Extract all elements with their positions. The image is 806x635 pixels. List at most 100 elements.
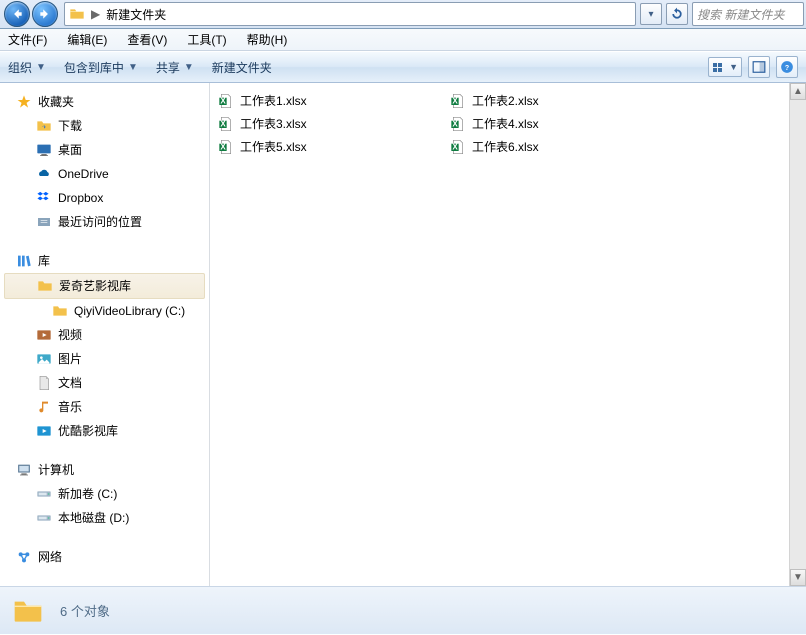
- sidebar-item-pictures[interactable]: 图片: [0, 347, 209, 371]
- menu-tools[interactable]: 工具(T): [183, 29, 230, 50]
- scroll-down-button[interactable]: ▼: [790, 569, 806, 586]
- scroll-up-button[interactable]: ▲: [790, 83, 806, 100]
- address-right-controls: ▾ 搜索 新建文件夹: [638, 0, 806, 28]
- files-area[interactable]: X 工作表1.xlsx X 工作表3.xlsx X 工作表5.xlsx X 工作…: [210, 83, 806, 586]
- menu-edit[interactable]: 编辑(E): [63, 29, 111, 50]
- new-folder-button[interactable]: 新建文件夹: [212, 59, 272, 76]
- file-column: X 工作表1.xlsx X 工作表3.xlsx X 工作表5.xlsx: [212, 89, 444, 158]
- newfolder-label: 新建文件夹: [212, 59, 272, 76]
- network-icon: [16, 549, 32, 565]
- drive-icon: [36, 486, 52, 502]
- file-item[interactable]: X 工作表1.xlsx: [212, 89, 444, 112]
- network-header[interactable]: 网络: [0, 544, 209, 569]
- search-input[interactable]: 搜索 新建文件夹: [692, 2, 804, 26]
- organize-button[interactable]: 组织 ▼: [8, 59, 46, 76]
- sidebar-item-drive-d[interactable]: 本地磁盘 (D:): [0, 506, 209, 530]
- file-item[interactable]: X 工作表5.xlsx: [212, 135, 444, 158]
- computer-icon: [16, 462, 32, 478]
- svg-text:X: X: [452, 96, 458, 105]
- menu-file[interactable]: 文件(F): [4, 29, 51, 50]
- tree-label: 下载: [58, 117, 82, 135]
- file-item[interactable]: X 工作表3.xlsx: [212, 112, 444, 135]
- chevron-down-icon: ▾: [648, 9, 653, 20]
- command-bar-right: ▼ ?: [708, 56, 798, 78]
- tree-label: 视频: [58, 326, 82, 344]
- arrow-right-icon: [38, 7, 52, 21]
- tree-label: 音乐: [58, 398, 82, 416]
- favorites-header[interactable]: 收藏夹: [0, 89, 209, 114]
- command-bar-left: 组织 ▼ 包含到库中 ▼ 共享 ▼ 新建文件夹: [8, 59, 272, 76]
- file-item[interactable]: X 工作表4.xlsx: [444, 112, 676, 135]
- refresh-button[interactable]: [666, 3, 688, 25]
- file-name: 工作表5.xlsx: [240, 138, 307, 155]
- tree-label: OneDrive: [58, 165, 109, 183]
- computer-header[interactable]: 计算机: [0, 457, 209, 482]
- video-library-icon: [36, 327, 52, 343]
- documents-library-icon: [36, 375, 52, 391]
- content-pane[interactable]: X 工作表1.xlsx X 工作表3.xlsx X 工作表5.xlsx X 工作…: [210, 83, 806, 586]
- onedrive-icon: [36, 166, 52, 182]
- sidebar-item-youku[interactable]: 优酷影视库: [0, 419, 209, 443]
- menu-view[interactable]: 查看(V): [123, 29, 171, 50]
- view-options-button[interactable]: ▼: [708, 57, 742, 77]
- navigation-pane[interactable]: 收藏夹 下载 桌面 OneDrive Dropbox 最近访问的位置 库: [0, 83, 210, 586]
- libraries-label: 库: [38, 252, 50, 269]
- back-button[interactable]: [4, 1, 30, 27]
- excel-file-icon: X: [450, 116, 466, 132]
- file-name: 工作表4.xlsx: [472, 115, 539, 132]
- tree-label: 最近访问的位置: [58, 213, 142, 231]
- chevron-down-icon: ▼: [128, 62, 138, 73]
- pictures-library-icon: [36, 351, 52, 367]
- file-item[interactable]: X 工作表2.xlsx: [444, 89, 676, 112]
- sidebar-item-videos[interactable]: 视频: [0, 323, 209, 347]
- file-name: 工作表2.xlsx: [472, 92, 539, 109]
- sidebar-item-onedrive[interactable]: OneDrive: [0, 162, 209, 186]
- share-button[interactable]: 共享 ▼: [156, 59, 194, 76]
- go-dropdown-button[interactable]: ▾: [640, 3, 662, 25]
- sidebar-item-recent[interactable]: 最近访问的位置: [0, 210, 209, 234]
- breadcrumb[interactable]: ▶ 新建文件夹: [64, 2, 636, 26]
- svg-text:X: X: [452, 119, 458, 128]
- download-folder-icon: [36, 118, 52, 134]
- excel-file-icon: X: [450, 93, 466, 109]
- sidebar-item-desktop[interactable]: 桌面: [0, 138, 209, 162]
- chevron-down-icon: ▼: [729, 62, 741, 72]
- libraries-header[interactable]: 库: [0, 248, 209, 273]
- excel-file-icon: X: [218, 116, 234, 132]
- chevron-right-icon: ▶: [87, 7, 104, 21]
- sidebar-item-iqiyi-c[interactable]: QiyiVideoLibrary (C:): [0, 299, 209, 323]
- help-icon: ?: [780, 60, 794, 74]
- preview-pane-icon: [752, 60, 766, 74]
- organize-label: 组织: [8, 59, 32, 76]
- sidebar-item-drive-c[interactable]: 新加卷 (C:): [0, 482, 209, 506]
- tree-label: Dropbox: [58, 189, 103, 207]
- file-name: 工作表6.xlsx: [472, 138, 539, 155]
- chevron-down-icon: ▼: [184, 62, 194, 73]
- help-button[interactable]: ?: [776, 56, 798, 78]
- library-icon: [16, 253, 32, 269]
- vertical-scrollbar[interactable]: ▲ ▼: [789, 83, 806, 586]
- menu-bar: 文件(F) 编辑(E) 查看(V) 工具(T) 帮助(H): [0, 29, 806, 51]
- preview-pane-button[interactable]: [748, 56, 770, 78]
- sidebar-item-music[interactable]: 音乐: [0, 395, 209, 419]
- video-library-icon: [36, 423, 52, 439]
- include-in-library-button[interactable]: 包含到库中 ▼: [64, 59, 138, 76]
- sidebar-item-documents[interactable]: 文档: [0, 371, 209, 395]
- sidebar-item-downloads[interactable]: 下载: [0, 114, 209, 138]
- dropbox-icon: [36, 190, 52, 206]
- sidebar-item-dropbox[interactable]: Dropbox: [0, 186, 209, 210]
- nav-buttons: [0, 0, 62, 28]
- tree-label: 图片: [58, 350, 82, 368]
- arrow-left-icon: [10, 7, 24, 21]
- tree-label: 优酷影视库: [58, 422, 118, 440]
- tree-label: 爱奇艺影视库: [59, 277, 131, 295]
- file-item[interactable]: X 工作表6.xlsx: [444, 135, 676, 158]
- menu-help[interactable]: 帮助(H): [243, 29, 292, 50]
- forward-button[interactable]: [32, 1, 58, 27]
- file-column: X 工作表2.xlsx X 工作表4.xlsx X 工作表6.xlsx: [444, 89, 676, 158]
- tree-label: 新加卷 (C:): [58, 485, 117, 503]
- command-bar: 组织 ▼ 包含到库中 ▼ 共享 ▼ 新建文件夹 ▼ ?: [0, 51, 806, 83]
- breadcrumb-current[interactable]: 新建文件夹: [104, 6, 168, 23]
- tree-label: QiyiVideoLibrary (C:): [74, 302, 185, 320]
- sidebar-item-iqiyi[interactable]: 爱奇艺影视库: [4, 273, 205, 299]
